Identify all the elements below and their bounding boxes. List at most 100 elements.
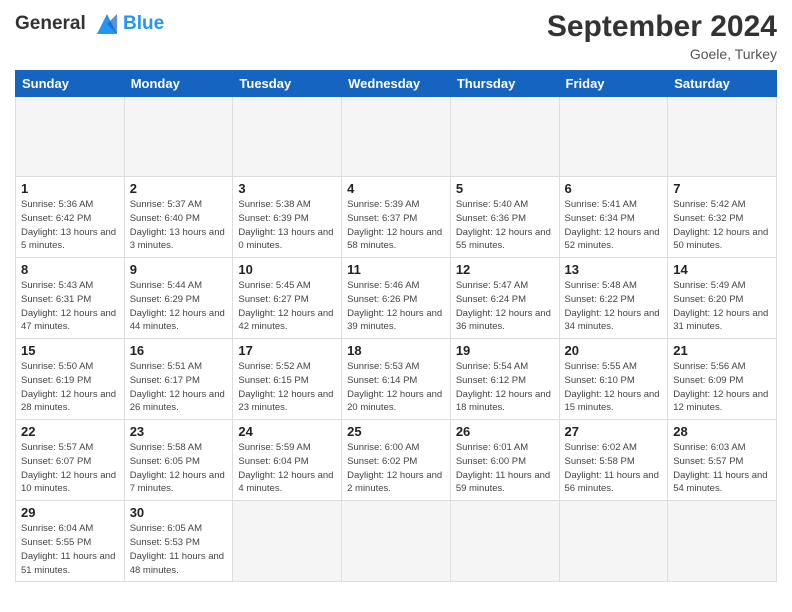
day-info: Sunrise: 5:42 AM Sunset: 6:32 PM Dayligh… xyxy=(673,198,771,253)
day-info: Sunrise: 5:47 AM Sunset: 6:24 PM Dayligh… xyxy=(456,279,554,334)
calendar-cell: 4Sunrise: 5:39 AM Sunset: 6:37 PM Daylig… xyxy=(342,177,451,258)
calendar-cell: 26 Sunrise: 6:01 AM Sunset: 6:00 PM Dayli… xyxy=(450,420,559,501)
day-number: 16 xyxy=(130,343,228,358)
day-number: 10 xyxy=(238,262,336,277)
day-info: Sunrise: 5:44 AM Sunset: 6:29 PM Dayligh… xyxy=(130,279,228,334)
calendar-header-row: SundayMondayTuesdayWednesdayThursdayFrid… xyxy=(16,71,777,97)
calendar-cell: 17 Sunrise: 5:52 AM Sunset: 6:15 PM Dayli… xyxy=(233,339,342,420)
day-info: Sunrise: 5:43 AM Sunset: 6:31 PM Dayligh… xyxy=(21,279,119,334)
calendar-week-row: 22 Sunrise: 5:57 AM Sunset: 6:07 PM Dayli… xyxy=(16,420,777,501)
calendar-cell xyxy=(450,97,559,177)
header-saturday: Saturday xyxy=(668,71,777,97)
header-tuesday: Tuesday xyxy=(233,71,342,97)
day-number: 14 xyxy=(673,262,771,277)
calendar-cell: 9 Sunrise: 5:44 AM Sunset: 6:29 PM Daylig… xyxy=(124,258,233,339)
day-info: Sunrise: 5:52 AM Sunset: 6:15 PM Dayligh… xyxy=(238,360,336,415)
day-number: 9 xyxy=(130,262,228,277)
day-info: Sunrise: 5:40 AM Sunset: 6:36 PM Dayligh… xyxy=(456,198,554,253)
header-sunday: Sunday xyxy=(16,71,125,97)
header-wednesday: Wednesday xyxy=(342,71,451,97)
day-number: 25 xyxy=(347,424,445,439)
header-friday: Friday xyxy=(559,71,668,97)
day-number: 28 xyxy=(673,424,771,439)
calendar-cell: 30 Sunrise: 6:05 AM Sunset: 5:53 PM Dayli… xyxy=(124,501,233,582)
day-info: Sunrise: 5:57 AM Sunset: 6:07 PM Dayligh… xyxy=(21,441,119,496)
calendar-cell xyxy=(668,97,777,177)
calendar-week-row: 29 Sunrise: 6:04 AM Sunset: 5:55 PM Dayli… xyxy=(16,501,777,582)
day-info: Sunrise: 5:39 AM Sunset: 6:37 PM Dayligh… xyxy=(347,198,445,253)
calendar-week-row: 1Sunrise: 5:36 AM Sunset: 6:42 PM Daylig… xyxy=(16,177,777,258)
calendar-cell: 7 Sunrise: 5:42 AM Sunset: 6:32 PM Daylig… xyxy=(668,177,777,258)
day-info: Sunrise: 5:56 AM Sunset: 6:09 PM Dayligh… xyxy=(673,360,771,415)
calendar-cell: 14 Sunrise: 5:49 AM Sunset: 6:20 PM Dayli… xyxy=(668,258,777,339)
day-info: Sunrise: 5:46 AM Sunset: 6:26 PM Dayligh… xyxy=(347,279,445,334)
day-number: 8 xyxy=(21,262,119,277)
calendar-cell xyxy=(342,501,451,582)
day-number: 6 xyxy=(565,181,663,196)
calendar-cell: 20Sunrise: 5:55 AM Sunset: 6:10 PM Dayli… xyxy=(559,339,668,420)
day-number: 19 xyxy=(456,343,554,358)
day-info: Sunrise: 5:41 AM Sunset: 6:34 PM Dayligh… xyxy=(565,198,663,253)
calendar: SundayMondayTuesdayWednesdayThursdayFrid… xyxy=(15,70,777,582)
calendar-cell: 1Sunrise: 5:36 AM Sunset: 6:42 PM Daylig… xyxy=(16,177,125,258)
month-title: September 2024 xyxy=(547,10,777,44)
calendar-cell: 23Sunrise: 5:58 AM Sunset: 6:05 PM Dayli… xyxy=(124,420,233,501)
day-number: 17 xyxy=(238,343,336,358)
day-number: 20 xyxy=(565,343,663,358)
calendar-cell xyxy=(559,97,668,177)
day-number: 18 xyxy=(347,343,445,358)
page: General Blue September 2024 Goele, Turke… xyxy=(0,0,792,612)
day-number: 24 xyxy=(238,424,336,439)
day-number: 7 xyxy=(673,181,771,196)
day-number: 22 xyxy=(21,424,119,439)
calendar-cell: 18Sunrise: 5:53 AM Sunset: 6:14 PM Dayli… xyxy=(342,339,451,420)
calendar-cell: 25 Sunrise: 6:00 AM Sunset: 6:02 PM Dayli… xyxy=(342,420,451,501)
day-number: 26 xyxy=(456,424,554,439)
day-number: 15 xyxy=(21,343,119,358)
day-number: 12 xyxy=(456,262,554,277)
day-info: Sunrise: 5:49 AM Sunset: 6:20 PM Dayligh… xyxy=(673,279,771,334)
calendar-cell: 13 Sunrise: 5:48 AM Sunset: 6:22 PM Dayli… xyxy=(559,258,668,339)
calendar-cell: 6 Sunrise: 5:41 AM Sunset: 6:34 PM Daylig… xyxy=(559,177,668,258)
calendar-cell xyxy=(668,501,777,582)
calendar-cell xyxy=(233,501,342,582)
header: General Blue September 2024 Goele, Turke… xyxy=(15,10,777,62)
day-info: Sunrise: 6:00 AM Sunset: 6:02 PM Dayligh… xyxy=(347,441,445,496)
calendar-cell: 21 Sunrise: 5:56 AM Sunset: 6:09 PM Dayli… xyxy=(668,339,777,420)
day-info: Sunrise: 6:05 AM Sunset: 5:53 PM Dayligh… xyxy=(130,522,228,577)
calendar-cell: 24Sunrise: 5:59 AM Sunset: 6:04 PM Dayli… xyxy=(233,420,342,501)
calendar-cell: 16Sunrise: 5:51 AM Sunset: 6:17 PM Dayli… xyxy=(124,339,233,420)
calendar-cell: 29 Sunrise: 6:04 AM Sunset: 5:55 PM Dayli… xyxy=(16,501,125,582)
calendar-cell: 19 Sunrise: 5:54 AM Sunset: 6:12 PM Dayli… xyxy=(450,339,559,420)
calendar-cell: 22 Sunrise: 5:57 AM Sunset: 6:07 PM Dayli… xyxy=(16,420,125,501)
calendar-cell: 28Sunrise: 6:03 AM Sunset: 5:57 PM Dayli… xyxy=(668,420,777,501)
calendar-cell: 2 Sunrise: 5:37 AM Sunset: 6:40 PM Daylig… xyxy=(124,177,233,258)
day-number: 5 xyxy=(456,181,554,196)
calendar-cell: 12 Sunrise: 5:47 AM Sunset: 6:24 PM Dayli… xyxy=(450,258,559,339)
calendar-cell xyxy=(342,97,451,177)
day-info: Sunrise: 6:04 AM Sunset: 5:55 PM Dayligh… xyxy=(21,522,119,577)
calendar-cell: 8 Sunrise: 5:43 AM Sunset: 6:31 PM Daylig… xyxy=(16,258,125,339)
day-info: Sunrise: 5:54 AM Sunset: 6:12 PM Dayligh… xyxy=(456,360,554,415)
day-number: 13 xyxy=(565,262,663,277)
calendar-cell xyxy=(233,97,342,177)
day-info: Sunrise: 5:48 AM Sunset: 6:22 PM Dayligh… xyxy=(565,279,663,334)
day-info: Sunrise: 6:01 AM Sunset: 6:00 PM Dayligh… xyxy=(456,441,554,496)
day-number: 27 xyxy=(565,424,663,439)
calendar-cell: 10Sunrise: 5:45 AM Sunset: 6:27 PM Dayli… xyxy=(233,258,342,339)
calendar-week-row xyxy=(16,97,777,177)
location-subtitle: Goele, Turkey xyxy=(547,46,777,62)
day-number: 30 xyxy=(130,505,228,520)
day-number: 21 xyxy=(673,343,771,358)
calendar-cell: 15 Sunrise: 5:50 AM Sunset: 6:19 PM Dayli… xyxy=(16,339,125,420)
day-number: 1 xyxy=(21,181,119,196)
day-number: 2 xyxy=(130,181,228,196)
calendar-cell: 5 Sunrise: 5:40 AM Sunset: 6:36 PM Daylig… xyxy=(450,177,559,258)
day-info: Sunrise: 5:50 AM Sunset: 6:19 PM Dayligh… xyxy=(21,360,119,415)
calendar-cell xyxy=(450,501,559,582)
day-number: 3 xyxy=(238,181,336,196)
day-info: Sunrise: 5:37 AM Sunset: 6:40 PM Dayligh… xyxy=(130,198,228,253)
day-info: Sunrise: 5:38 AM Sunset: 6:39 PM Dayligh… xyxy=(238,198,336,253)
logo: General Blue xyxy=(15,10,164,38)
day-number: 29 xyxy=(21,505,119,520)
